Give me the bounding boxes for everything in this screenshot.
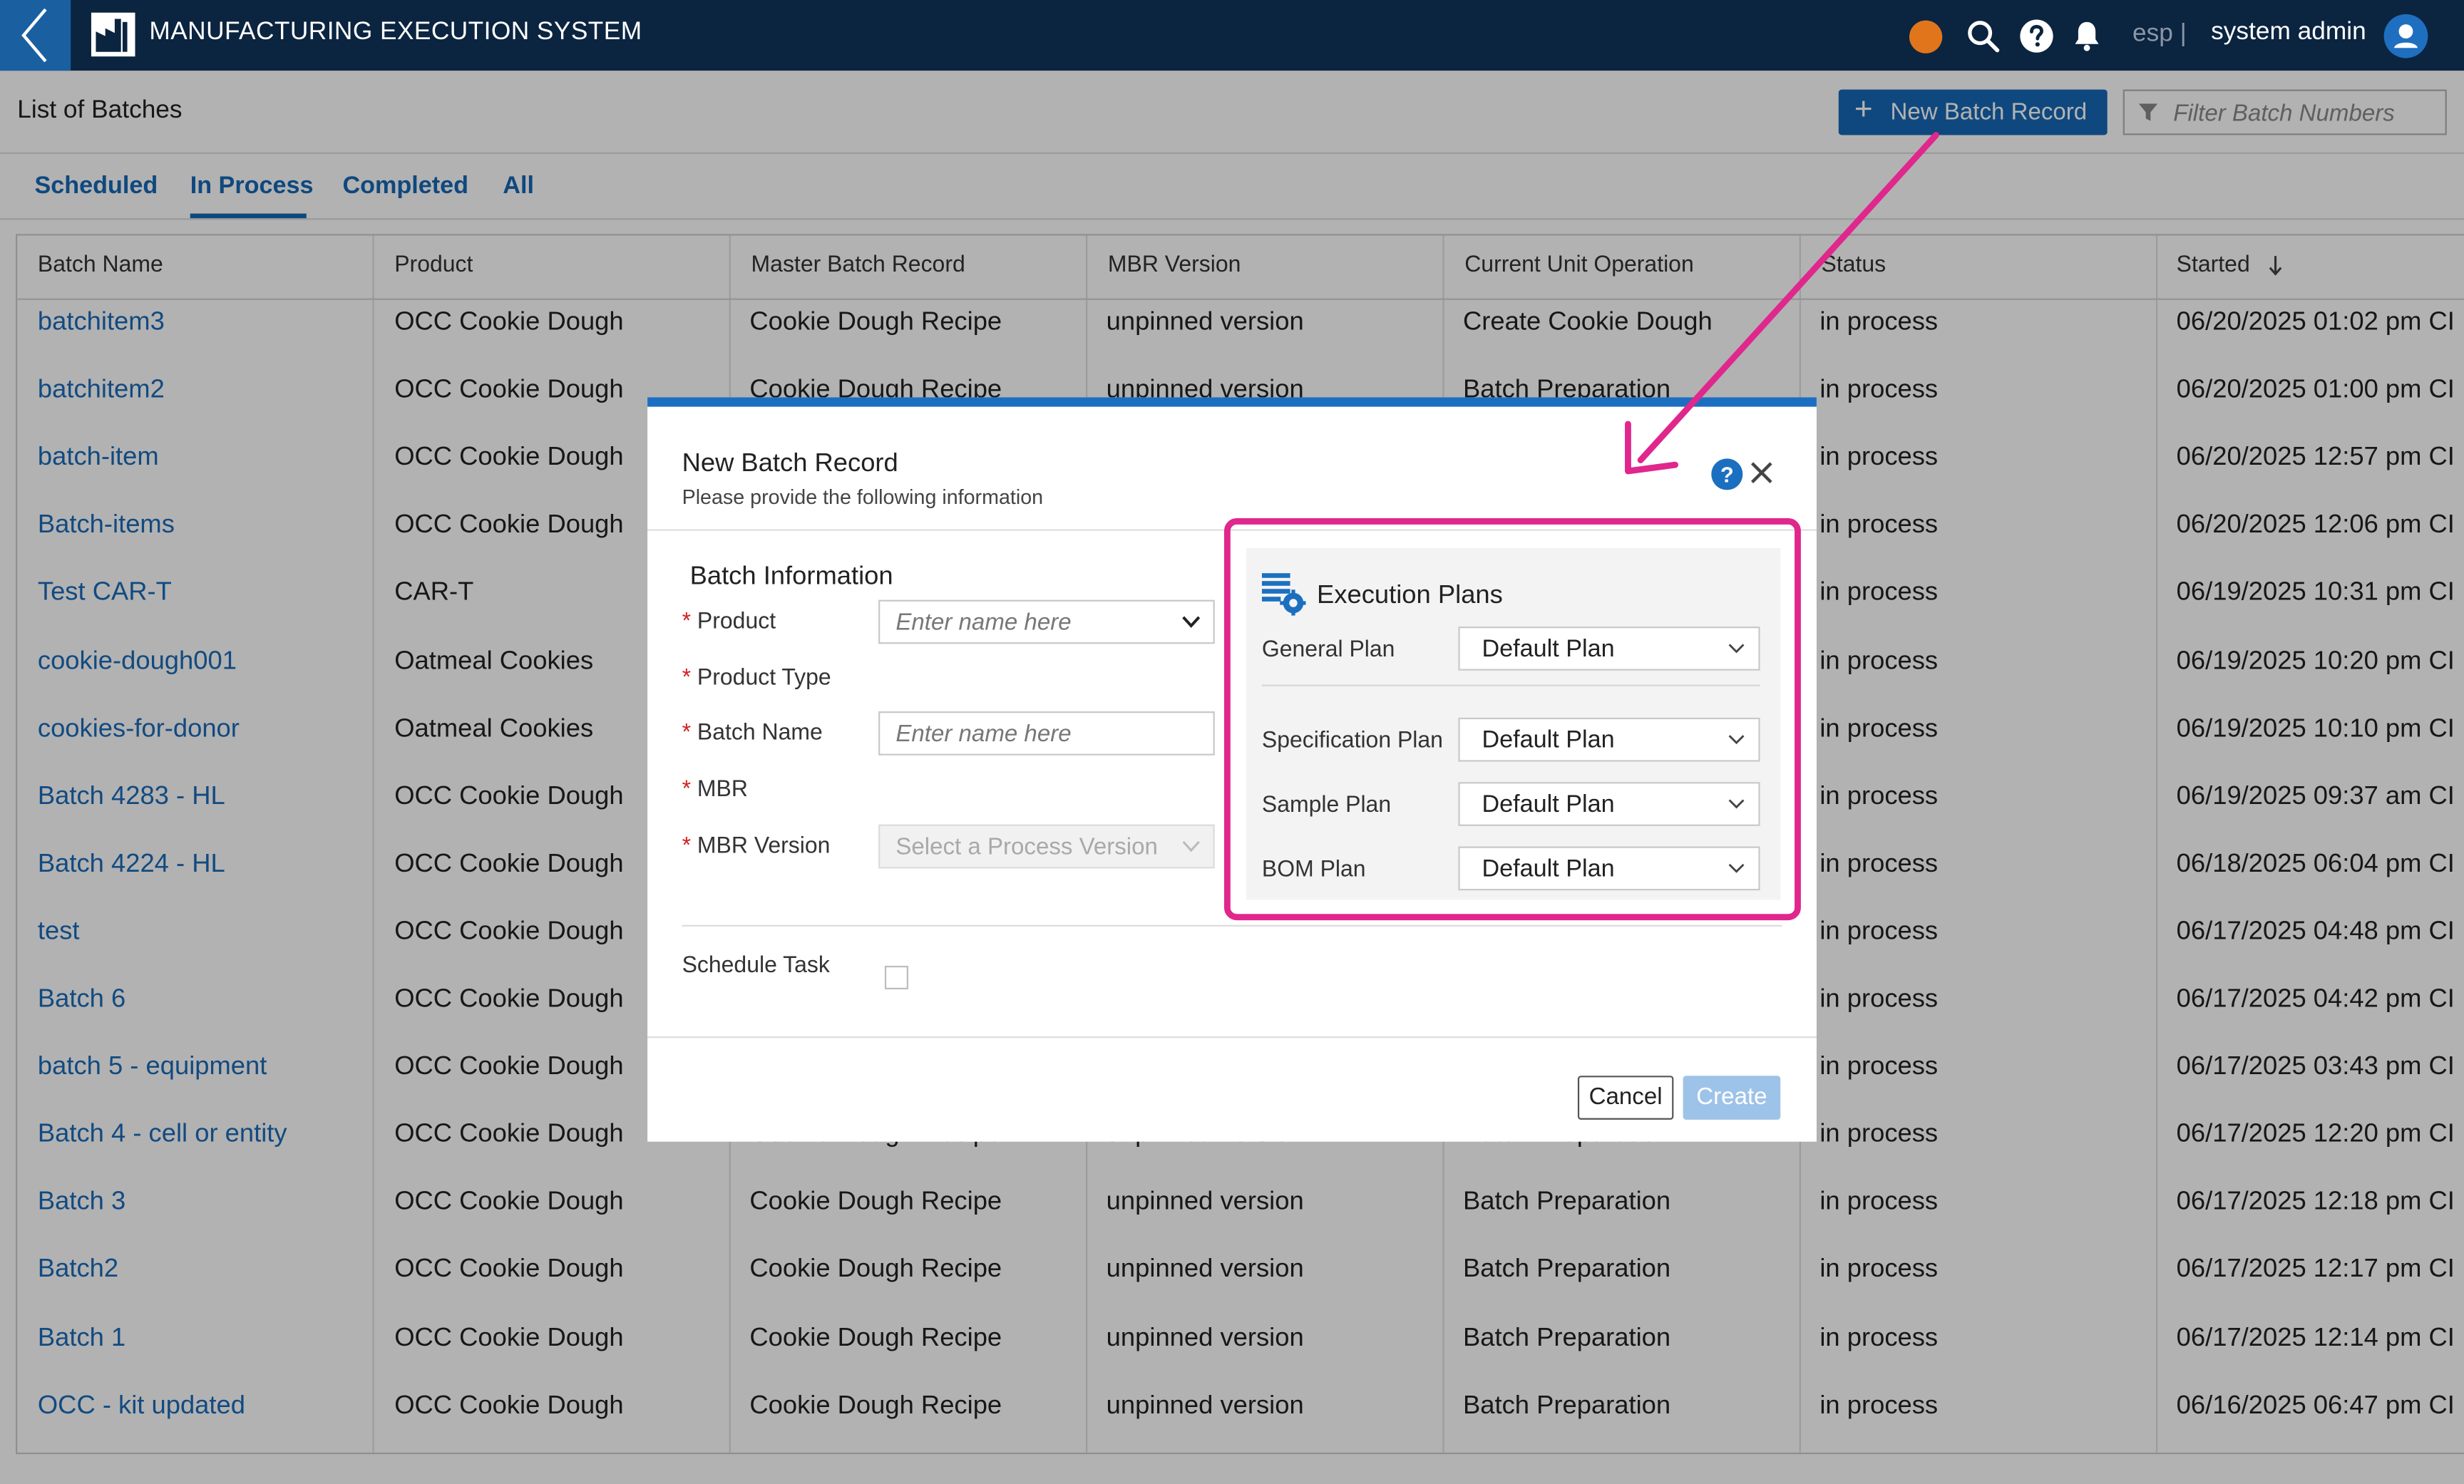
schedule-task-checkbox[interactable] <box>884 965 908 990</box>
mbr-version-placeholder: Select a Process Version <box>895 833 1158 861</box>
chevron-left-icon <box>21 8 47 63</box>
chevron-down-icon <box>1182 616 1201 628</box>
dialog-title: New Batch Record <box>682 449 898 478</box>
language-switch[interactable]: esp | <box>2132 21 2187 49</box>
annotation-highlight-box <box>1223 518 1801 921</box>
cancel-button[interactable]: Cancel <box>1577 1076 1674 1120</box>
chevron-down-icon <box>1182 840 1200 852</box>
product-type-label: * Product Type <box>682 666 831 691</box>
divider <box>647 1036 1817 1039</box>
mbr-version-label: * MBR Version <box>682 833 831 860</box>
back-button[interactable] <box>0 0 71 71</box>
schedule-task-label: Schedule Task <box>682 953 830 979</box>
product-placeholder: Enter name here <box>895 609 1072 637</box>
user-avatar-icon <box>2393 24 2418 48</box>
mbr-label: * MBR <box>682 777 748 803</box>
product-select[interactable]: Enter name here <box>878 599 1215 644</box>
create-button[interactable]: Create <box>1683 1076 1781 1120</box>
help-icon[interactable] <box>2018 17 2055 55</box>
factory-logo-icon <box>91 12 135 57</box>
divider <box>682 924 1782 927</box>
mbr-version-select[interactable]: Select a Process Version <box>878 824 1215 869</box>
app-title: MANUFACTURING EXECUTION SYSTEM <box>149 19 642 46</box>
search-icon[interactable] <box>1964 17 2002 55</box>
user-name[interactable]: system admin <box>2211 19 2366 47</box>
status-indicator[interactable] <box>1909 20 1943 53</box>
help-icon[interactable]: ? <box>1711 458 1743 490</box>
section-title: Batch Information <box>689 562 893 591</box>
close-icon[interactable] <box>1747 458 1776 487</box>
dialog-subtitle: Please provide the following information <box>682 485 1044 509</box>
product-label: * Product <box>682 609 776 635</box>
bell-icon[interactable] <box>2068 17 2106 55</box>
language-separator: | <box>2180 20 2187 48</box>
batch-name-label: * Batch Name <box>682 721 823 746</box>
batch-name-placeholder: Enter name here <box>895 721 1072 748</box>
batch-name-input[interactable]: Enter name here <box>878 711 1215 756</box>
language-code[interactable]: esp <box>2132 21 2173 47</box>
top-nav-bar: MANUFACTURING EXECUTION SYSTEM esp | sys… <box>0 0 2464 71</box>
avatar[interactable] <box>2383 14 2428 58</box>
